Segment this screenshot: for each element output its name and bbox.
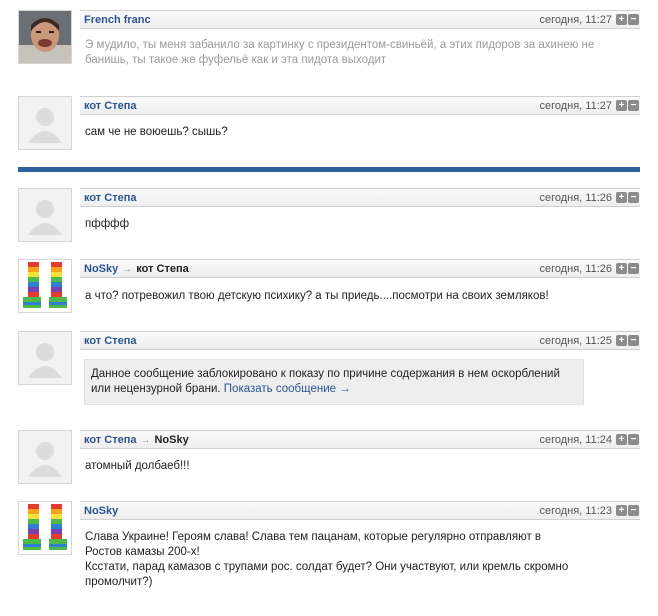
comment-text: атомный долбаеб!!! [85, 460, 190, 472]
user-silhouette-icon [19, 97, 71, 149]
comment-time: сегодня, 11:27 [539, 14, 612, 26]
comment-header: NoSky → кот Степа сегодня, 11:26 + − [80, 259, 640, 278]
avatar[interactable] [18, 501, 72, 555]
show-message-link[interactable]: Показать сообщение → [224, 383, 351, 395]
comment: кот Степа → NoSky сегодня, 11:24 + − атомн… [18, 430, 640, 486]
striped-socks-icon [19, 260, 71, 312]
user-silhouette-icon [19, 189, 71, 241]
comment-header: NoSky сегодня, 11:23 + − [80, 501, 640, 520]
minus-icon[interactable]: − [628, 505, 639, 516]
comment-text: Э мудило, ты меня забанило за картинку с… [85, 39, 595, 66]
comment-header: кот Степа сегодня, 11:25 + − [80, 331, 640, 350]
striped-socks-icon [19, 502, 71, 554]
comment: French franc сегодня, 11:27 + − Э мудило… [18, 10, 640, 66]
author-link[interactable]: кот Степа [84, 192, 136, 204]
user-silhouette-icon [19, 332, 71, 384]
author-link[interactable]: NoSky → кот Степа [84, 263, 189, 275]
comment-time: сегодня, 11:27 [539, 100, 612, 112]
comment: кот Степа сегодня, 11:25 + − Данное сооб… [18, 331, 640, 411]
comment-text: Слава Украине! Героям слава! Слава тем п… [85, 531, 569, 588]
reply-arrow-icon: → [140, 435, 151, 446]
plus-icon[interactable]: + [616, 434, 627, 445]
minus-icon[interactable]: − [628, 263, 639, 274]
author-link[interactable]: кот Степа [84, 100, 136, 112]
avatar[interactable] [18, 331, 72, 385]
plus-icon[interactable]: + [616, 263, 627, 274]
avatar[interactable] [18, 430, 72, 484]
comment-text: а что? потревожил твою детскую психику? … [85, 290, 549, 302]
comment: кот Степа сегодня, 11:26 + − пфффф [18, 188, 640, 244]
minus-icon[interactable]: − [628, 100, 639, 111]
avatar[interactable] [18, 96, 72, 150]
reply-to-link[interactable]: NoSky [154, 434, 188, 446]
comment: NoSky сегодня, 11:23 + − Слава Украине! … [18, 501, 640, 601]
comment-header: French franc сегодня, 11:27 + − [80, 10, 640, 29]
comment: кот Степа сегодня, 11:27 + − сам че не в… [18, 96, 640, 152]
plus-icon[interactable]: + [616, 192, 627, 203]
comment-header: кот Степа → NoSky сегодня, 11:24 + − [80, 430, 640, 449]
reply-arrow-icon: → [122, 264, 133, 275]
avatar[interactable] [18, 259, 72, 313]
comment-time: сегодня, 11:26 [539, 192, 612, 204]
comment-time: сегодня, 11:23 [539, 505, 612, 517]
reply-to-link[interactable]: кот Степа [136, 263, 188, 275]
user-silhouette-icon [19, 431, 71, 483]
minus-icon[interactable]: − [628, 335, 639, 346]
comment-header: кот Степа сегодня, 11:26 + − [80, 188, 640, 207]
plus-icon[interactable]: + [616, 505, 627, 516]
comment-time: сегодня, 11:26 [539, 263, 612, 275]
author-link[interactable]: кот Степа → NoSky [84, 434, 189, 446]
author-link[interactable]: кот Степа [84, 335, 136, 347]
comment: NoSky → кот Степа сегодня, 11:26 + − а что… [18, 259, 640, 315]
comment-time: сегодня, 11:25 [539, 335, 612, 347]
comment-text: сам че не воюешь? сышь? [85, 126, 228, 138]
plus-icon[interactable]: + [616, 335, 627, 346]
author-link[interactable]: French franc [84, 14, 151, 26]
author-link[interactable]: NoSky [84, 505, 118, 517]
comment-header: кот Степа сегодня, 11:27 + − [80, 96, 640, 115]
plus-icon[interactable]: + [616, 14, 627, 25]
blocked-notice: Данное сообщение заблокировано к показу … [84, 359, 584, 405]
minus-icon[interactable]: − [628, 14, 639, 25]
minus-icon[interactable]: − [628, 434, 639, 445]
avatar[interactable] [18, 10, 72, 64]
thread-divider [18, 167, 640, 172]
minus-icon[interactable]: − [628, 192, 639, 203]
comment-text: пфффф [85, 218, 130, 230]
avatar[interactable] [18, 188, 72, 242]
person-photo-icon [19, 11, 71, 63]
comment-time: сегодня, 11:24 [539, 434, 612, 446]
plus-icon[interactable]: + [616, 100, 627, 111]
